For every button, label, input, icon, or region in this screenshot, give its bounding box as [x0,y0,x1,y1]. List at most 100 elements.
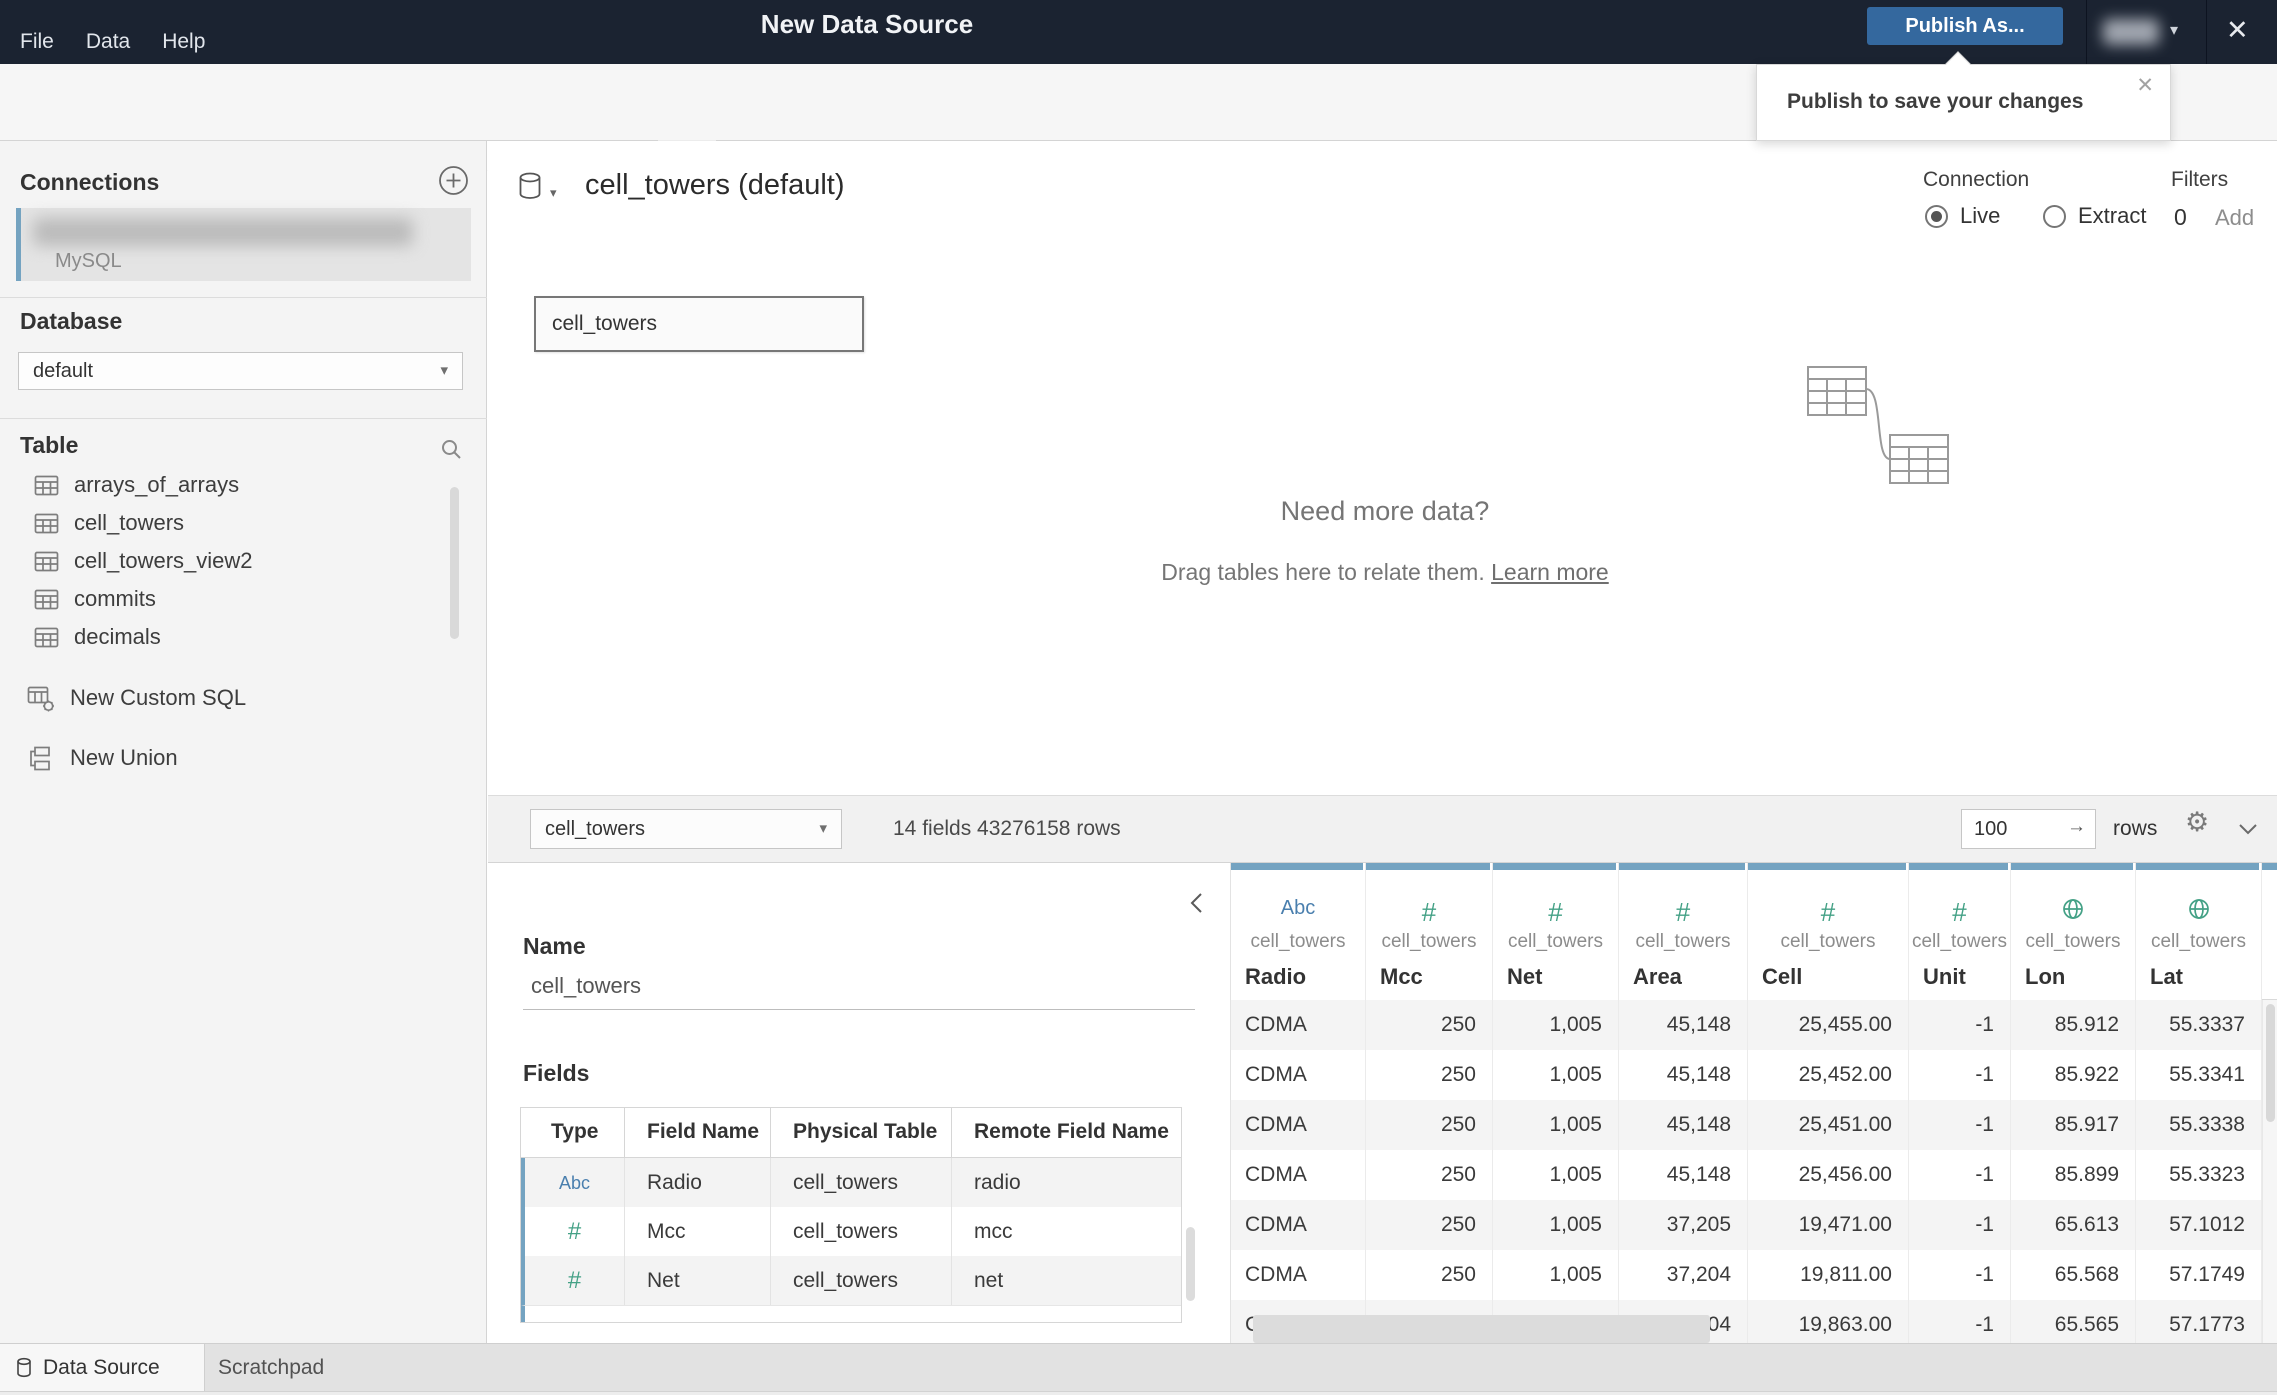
menu-data[interactable]: Data [86,30,130,54]
add-connection-icon[interactable] [438,165,469,201]
cell-lon: 65.568 [2011,1250,2136,1300]
cell-cell: 25,455.00 [1748,1000,1909,1050]
extract-radio[interactable]: Extract [2043,203,2146,229]
table-selector-value: cell_towers [545,818,646,840]
fields-table-row[interactable]: Abc# Mcc cell_towers mcc [521,1207,1181,1256]
window-close-icon[interactable]: ✕ [2226,15,2249,46]
grid-column-header[interactable]: Abc# cell_towers Lat [2136,863,2262,1000]
database-select[interactable]: default ▾ [18,352,463,390]
column-table-label: cell_towers [2150,931,2247,952]
grid-row[interactable]: CDMA 250 1,005 45,148 25,456.00 -1 85.89… [1231,1150,2262,1200]
live-radio[interactable]: Live [1925,203,2000,229]
learn-more-link[interactable]: Learn more [1491,559,1609,585]
tab-data-source[interactable]: Data Source [0,1344,205,1392]
grid-vertical-scrollbar[interactable] [2262,1000,2277,1343]
menu-bar: File Data Help [20,30,205,54]
grid-column-header[interactable]: Abc# cell_towers Lon [2011,863,2136,1000]
data-source-cylinder-icon [17,1357,31,1378]
publish-as-button[interactable]: Publish As... [1867,7,2063,45]
fields-col-remote-field-name: Remote Field Name [974,1120,1169,1143]
cell-unit: -1 [1909,1150,2011,1200]
column-table-label: cell_towers [1635,931,1731,952]
grid-settings-gear-icon[interactable]: ⚙ [2185,807,2209,838]
grid-column-header[interactable]: Abc# cell_towers Cell [1748,863,1909,1000]
column-name-label: Unit [1923,964,1966,989]
table-list-item[interactable]: cell_towers_view2 [0,542,487,580]
filters-add-link[interactable]: Add [2215,205,2254,231]
avatar[interactable] [2103,19,2159,45]
table-list-item[interactable]: cell_towers [0,504,487,542]
cell-mcc: 250 [1366,1100,1493,1150]
grid-horizontal-scrollbar-thumb[interactable] [1253,1315,1710,1343]
table-list-item[interactable]: commits [0,580,487,618]
grid-row[interactable]: CDMA 250 1,005 37,205 19,471.00 -1 65.61… [1231,1200,2262,1250]
grid-vertical-scrollbar-thumb[interactable] [2266,1004,2275,1122]
tab-scratchpad[interactable]: Scratchpad [218,1344,324,1392]
field-type-icon: Abc# [525,1207,625,1256]
table-list-item-label: cell_towers_view2 [74,548,253,573]
grid-row[interactable]: CDMA 250 1,005 45,148 25,452.00 -1 85.92… [1231,1050,2262,1100]
table-list-item-label: cell_towers [74,510,185,535]
fields-table-row[interactable]: Abc# Radio cell_towers radio [521,1158,1181,1207]
cell-net: 1,005 [1493,1150,1619,1200]
collapse-panel-icon[interactable] [1188,891,1204,920]
table-list-item-label: arrays_of_arrays [74,472,240,497]
grid-row[interactable]: CDMA 250 1,005 37,204 19,811.00 -1 65.56… [1231,1250,2262,1300]
fields-table-row[interactable]: Abc# Net cell_towers net [521,1256,1181,1305]
table-search-icon[interactable] [437,436,465,469]
column-type-icon: Abc# [1675,897,1691,927]
grid-row[interactable]: CDMA 250 1,005 45,148 25,455.00 -1 85.91… [1231,1000,2262,1050]
column-type-icon: Abc# [1421,897,1437,927]
cell-lat: 57.1749 [2136,1250,2262,1300]
avatar-caret-icon[interactable]: ▾ [2170,20,2178,40]
table-node-cell-towers[interactable]: cell_towers [534,296,864,352]
column-name-label: Radio [1245,964,1307,989]
grid-column-header[interactable]: Abc# cell_towers Mcc [1366,863,1493,1000]
column-type-icon: Abc# [1280,897,1316,919]
cell-area: 45,148 [1619,1150,1748,1200]
cell-area: 37,204 [1619,1250,1748,1300]
name-input[interactable]: cell_towers [531,973,641,999]
physical-table-cell: cell_towers [771,1256,952,1305]
remote-field-name-cell: net [974,1269,1004,1292]
grid-collapse-chevron-icon[interactable] [2238,822,2258,840]
fields-table-scrollbar[interactable] [1186,1227,1195,1301]
connection-type-label: MySQL [55,250,122,272]
connection-item[interactable]: MySQL [16,208,471,281]
cell-net: 1,005 [1493,1050,1619,1100]
table-list-item[interactable]: decimals [0,618,487,656]
grid-column-header[interactable]: Abc# cell_towers Unit [1909,863,2011,1000]
filters-count: 0 [2174,204,2187,230]
grid-column-header[interactable]: Abc# cell_towers Area [1619,863,1748,1000]
datasource-cylinder-icon[interactable] [518,171,544,208]
new-custom-sql-button[interactable]: New Custom SQL [0,679,487,717]
table-list-item[interactable]: arrays_of_arrays [0,466,487,504]
cell-lat: 57.1012 [2136,1200,2262,1250]
table-selector-caret-icon: ▾ [819,820,827,837]
grid-column-header[interactable]: Abc# cell_towers Net [1493,863,1619,1000]
datasource-caret-icon[interactable]: ▾ [550,185,557,201]
new-union-button[interactable]: New Union [0,739,487,777]
table-list-scrollbar[interactable] [450,487,459,639]
cell-unit: -1 [1909,1000,2011,1050]
menu-help[interactable]: Help [162,30,205,54]
grid-row[interactable]: CDMA 250 1,005 45,148 25,451.00 -1 85.91… [1231,1100,2262,1150]
cell-area: 45,148 [1619,1100,1748,1150]
union-icon [30,746,50,770]
live-radio-button[interactable] [1925,204,1948,228]
tooltip-close-icon[interactable]: ✕ [2136,73,2154,98]
row-limit-apply-icon[interactable]: → [2067,816,2086,838]
table-selector-dropdown[interactable]: cell_towers ▾ [530,809,842,849]
fields-rows-summary: 14 fields 43276158 rows [893,817,1121,840]
grid-header-row: Abc# cell_towers Radio Abc# cell_towers … [1231,863,2277,1000]
metadata-bar: cell_towers ▾ 14 fields 43276158 rows → … [488,795,2277,863]
name-input-underline [523,1009,1195,1010]
tooltip-text: Publish to save your changes [1787,90,2084,113]
menu-file[interactable]: File [20,30,54,54]
need-more-data-heading: Need more data? [1280,496,1490,526]
extract-radio-button[interactable] [2043,204,2066,228]
grid-body: CDMA 250 1,005 45,148 25,455.00 -1 85.91… [1231,1000,2262,1343]
grid-column-header[interactable]: Abc# cell_towers Radio [1231,863,1366,1000]
cell-cell: 25,452.00 [1748,1050,1909,1100]
sidebar-divider [0,418,487,419]
